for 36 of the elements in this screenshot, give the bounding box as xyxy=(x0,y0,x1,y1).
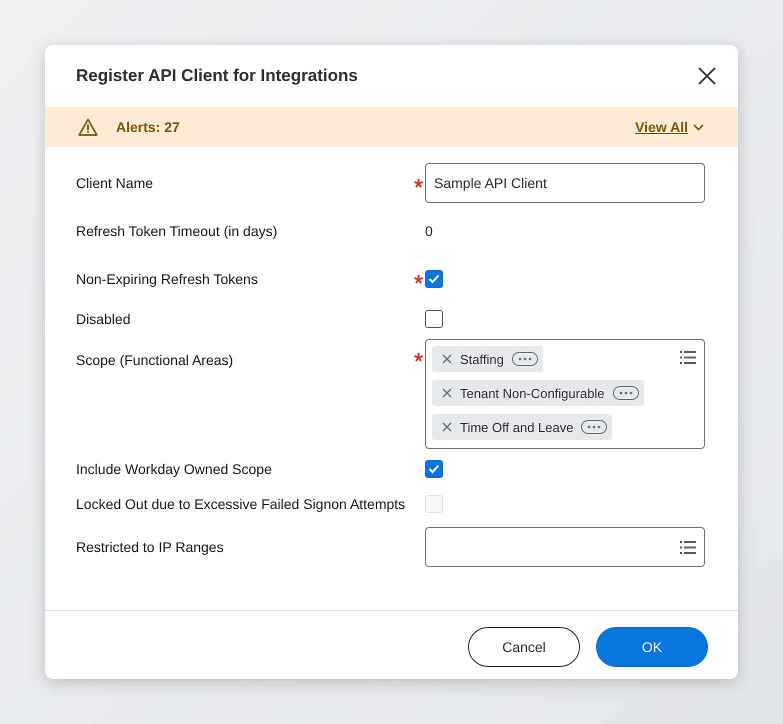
pill-label: Staffing xyxy=(460,352,504,366)
field-label: Restricted to IP Ranges xyxy=(76,539,225,555)
list-icon[interactable] xyxy=(680,540,696,554)
chevron-down-icon xyxy=(693,124,704,130)
field-value: 0 xyxy=(425,223,433,239)
field-label: Non-Expiring Refresh Tokens xyxy=(76,271,259,287)
pill-label: Tenant Non-Configurable xyxy=(460,386,605,400)
field-label: Refresh Token Timeout (in days) xyxy=(76,223,278,239)
checkmark-icon xyxy=(428,464,440,474)
remove-icon[interactable] xyxy=(442,354,452,364)
more-icon[interactable] xyxy=(612,386,639,400)
ok-button[interactable]: OK xyxy=(596,627,708,667)
more-icon[interactable] xyxy=(512,352,538,366)
field-label: Locked Out due to Excessive Failed Signon Attempts xyxy=(76,496,406,512)
multiselect-field[interactable]: Staffing Tenant Non-Configurable Time Off and Leave xyxy=(425,339,705,449)
warning-icon xyxy=(78,118,98,136)
remove-icon[interactable] xyxy=(442,422,452,432)
dialog-title: Register API Client for Integrations xyxy=(76,66,358,86)
alerts-count: Alerts: 27 xyxy=(116,119,181,135)
field-label: Disabled xyxy=(76,311,132,327)
more-icon[interactable] xyxy=(581,420,608,434)
checkbox[interactable] xyxy=(425,310,443,328)
pill-label: Time Off and Leave xyxy=(460,420,574,434)
field-label: Client Name xyxy=(76,175,154,191)
client-name-field[interactable]: Sample API Client xyxy=(425,163,705,203)
checkmark-icon xyxy=(428,274,440,284)
ip-range-field[interactable] xyxy=(425,527,705,567)
view-all-link[interactable]: View All xyxy=(635,119,704,135)
cancel-button[interactable]: Cancel xyxy=(468,627,580,667)
field-label: Include Workday Owned Scope xyxy=(76,461,273,477)
list-icon[interactable] xyxy=(680,351,696,364)
close-button[interactable] xyxy=(698,67,716,85)
field-label: Scope (Functional Areas) xyxy=(76,351,234,368)
checkbox[interactable] xyxy=(425,270,443,288)
remove-icon[interactable] xyxy=(442,388,452,398)
checkbox[interactable] xyxy=(425,460,443,478)
